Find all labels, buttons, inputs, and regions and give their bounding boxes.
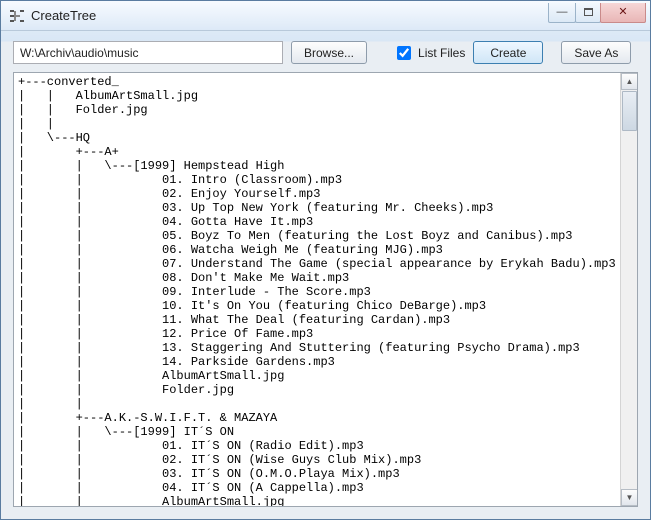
toolbar: Browse... List Files Create Save As [1, 31, 650, 72]
scroll-thumb[interactable] [622, 91, 637, 131]
minimize-icon: — [557, 7, 568, 18]
list-files-label: List Files [418, 46, 465, 60]
list-files-checkbox[interactable]: List Files [393, 43, 465, 63]
maximize-button[interactable] [575, 3, 601, 23]
list-files-checkbox-input[interactable] [397, 46, 411, 60]
path-input[interactable] [13, 41, 283, 64]
window-controls: — ✕ [549, 3, 646, 23]
app-icon [9, 8, 25, 24]
maximize-icon [584, 8, 593, 16]
close-icon: ✕ [618, 7, 627, 18]
save-as-button[interactable]: Save As [561, 41, 631, 64]
chevron-down-icon: ▼ [626, 493, 634, 502]
titlebar[interactable]: CreateTree — ✕ [1, 1, 650, 31]
scroll-up-button[interactable]: ▲ [621, 73, 638, 90]
window-title: CreateTree [31, 8, 549, 23]
tree-text[interactable]: +---converted_ | | AlbumArtSmall.jpg | |… [14, 73, 637, 507]
create-button[interactable]: Create [473, 41, 543, 64]
minimize-button[interactable]: — [548, 3, 576, 23]
scroll-down-button[interactable]: ▼ [621, 489, 638, 506]
close-button[interactable]: ✕ [600, 3, 646, 23]
tree-output-area: +---converted_ | | AlbumArtSmall.jpg | |… [13, 72, 638, 507]
browse-button[interactable]: Browse... [291, 41, 367, 64]
chevron-up-icon: ▲ [626, 77, 634, 86]
vertical-scrollbar[interactable]: ▲ ▼ [620, 73, 637, 506]
app-window: CreateTree — ✕ Browse... List Files Crea… [0, 0, 651, 520]
